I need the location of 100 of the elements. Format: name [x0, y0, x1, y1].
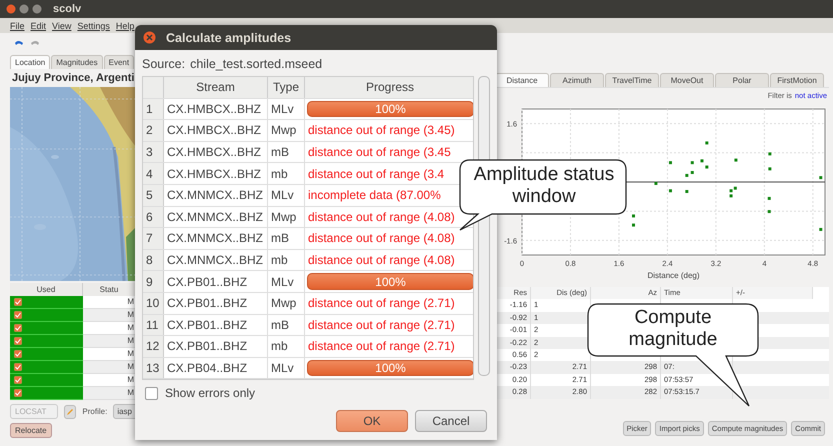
- row-number: 7: [143, 228, 164, 249]
- cancel-button[interactable]: Cancel: [415, 410, 487, 432]
- column-header[interactable]: Stream: [164, 77, 268, 98]
- table-cell: M: [83, 309, 136, 322]
- dialog-title: Calculate amplitudes: [166, 30, 292, 44]
- table-cell: M: [83, 322, 136, 335]
- row-number: 10: [143, 292, 164, 314]
- callout-text: Compute magnitude: [628, 307, 718, 351]
- table-cell: M: [83, 387, 136, 400]
- checkbox[interactable]: [14, 376, 22, 384]
- data-point: [705, 166, 708, 169]
- error-message: distance out of range (3.45: [307, 144, 452, 162]
- type-cell: mb: [268, 250, 305, 270]
- stream-cell: CX.PB04..BHZ: [164, 358, 268, 378]
- data-point: [768, 167, 772, 170]
- menu-item[interactable]: Edit: [30, 20, 46, 30]
- checkbox[interactable]: [14, 324, 22, 332]
- checkbox[interactable]: [14, 298, 22, 306]
- table-cell: M: [83, 374, 136, 387]
- menu-item[interactable]: View: [52, 20, 72, 30]
- column-header[interactable]: Progress: [305, 77, 474, 98]
- checkbox[interactable]: [14, 389, 22, 397]
- data-point: [632, 224, 635, 227]
- error-message: distance out of range (2.71): [307, 316, 456, 334]
- row-number: 2: [143, 120, 164, 141]
- tab[interactable]: Magnitudes: [51, 55, 103, 69]
- data-point: [768, 210, 771, 214]
- data-point: [668, 189, 672, 192]
- error-message: distance out of range (3.45): [307, 122, 456, 140]
- progress-bar: 100%: [307, 360, 474, 376]
- stream-cell: CX.MNMCX..BHZ: [164, 184, 268, 206]
- type-cell: mb: [268, 336, 305, 357]
- source-label: Source:: [142, 57, 186, 71]
- error-message: incomplete data (87.00%: [307, 187, 442, 204]
- tab[interactable]: Distance: [495, 73, 549, 87]
- relocate-button[interactable]: Relocate: [10, 423, 52, 438]
- checkbox[interactable]: [14, 337, 22, 345]
- row-number: 11: [143, 314, 164, 336]
- checkbox[interactable]: [14, 350, 22, 358]
- checkbox[interactable]: [14, 363, 22, 371]
- source-file: chile_test.sorted.mseed: [190, 57, 322, 71]
- close-icon[interactable]: [6, 4, 16, 14]
- edit-button[interactable]: [64, 404, 76, 418]
- type-cell: Mwp: [268, 292, 305, 314]
- back-arrow-icon[interactable]: [14, 38, 24, 46]
- data-point: [690, 161, 694, 164]
- axis-label: Distance (deg): [647, 271, 700, 280]
- type-cell: mB: [268, 228, 305, 249]
- tab[interactable]: Polar: [715, 73, 769, 87]
- table-cell: M: [83, 296, 136, 309]
- stream-cell: CX.HMBCX..BHZ: [164, 163, 268, 184]
- type-cell: Mwp: [268, 120, 305, 141]
- column-header[interactable]: Used: [10, 283, 83, 296]
- data-point: [705, 141, 708, 144]
- stream-cell: CX.MNMCX..BHZ: [164, 250, 268, 270]
- minimize-icon[interactable]: [19, 4, 29, 14]
- tab[interactable]: Location: [10, 55, 50, 69]
- tab[interactable]: Event: [104, 55, 134, 69]
- type-cell: MLv: [268, 184, 305, 206]
- error-message: distance out of range (4.08): [307, 230, 456, 248]
- type-cell: MLv: [268, 358, 305, 378]
- data-point: [654, 182, 658, 185]
- error-message: distance out of range (4.08): [307, 252, 456, 270]
- maximize-icon[interactable]: [32, 4, 42, 14]
- tab[interactable]: FirstMotion: [770, 73, 824, 87]
- close-icon[interactable]: [143, 31, 156, 44]
- column-header[interactable]: Statu: [83, 283, 136, 296]
- data-point: [685, 174, 688, 177]
- stream-cell: CX.HMBCX..BHZ: [164, 98, 268, 120]
- checkbox[interactable]: [14, 311, 22, 319]
- menu-item[interactable]: Settings: [77, 20, 110, 30]
- data-point: [632, 214, 635, 218]
- row-number: 8: [143, 250, 164, 270]
- stream-cell: CX.PB01..BHZ: [164, 336, 268, 357]
- data-point: [668, 161, 672, 164]
- tab[interactable]: MoveOut: [660, 73, 714, 87]
- stream-cell: CX.MNMCX..BHZ: [164, 206, 268, 228]
- error-message: distance out of range (2.71): [307, 295, 456, 312]
- row-number: 5: [143, 184, 164, 206]
- data-point: [819, 228, 822, 231]
- row-number: 12: [143, 336, 164, 357]
- row-number: 6: [143, 206, 164, 228]
- profile-select[interactable]: iasp: [113, 404, 136, 419]
- type-cell: mb: [268, 163, 305, 184]
- show-errors-checkbox[interactable]: Show errors only: [135, 380, 497, 406]
- menu-item[interactable]: Help: [116, 20, 134, 30]
- tab[interactable]: Azimuth: [550, 73, 604, 87]
- menu-item[interactable]: File: [10, 20, 25, 30]
- data-point: [730, 194, 733, 198]
- row-number: 1: [143, 98, 164, 120]
- progress-bar: 100%: [307, 100, 474, 118]
- data-point: [700, 159, 704, 162]
- column-header[interactable]: Type: [268, 77, 305, 98]
- data-point: [768, 196, 771, 200]
- type-cell: mB: [268, 142, 305, 162]
- tab[interactable]: TravelTime: [605, 73, 659, 87]
- data-point: [685, 190, 688, 193]
- ok-button[interactable]: OK: [336, 410, 408, 432]
- data-point: [690, 171, 694, 174]
- row-number: 4: [143, 163, 164, 184]
